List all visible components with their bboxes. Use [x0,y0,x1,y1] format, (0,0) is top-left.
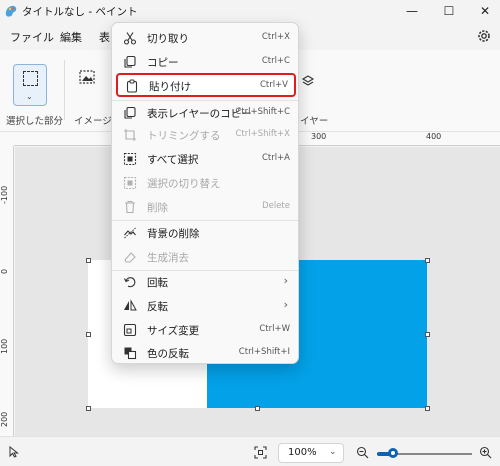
fit-to-window-icon[interactable] [254,446,267,459]
menu-item-label: 反転 [147,301,168,313]
menu-item-label: 色の反転 [147,348,189,360]
ruler-label: 200 [0,411,9,427]
menu-item-paste[interactable]: 貼り付け Ctrl+V [116,73,296,97]
menu-separator [112,220,298,221]
menu-item-flip[interactable]: 反転 › [116,295,296,317]
menu-item-remove-background[interactable]: 背景の削除 [116,222,296,244]
ribbon-divider [64,60,65,120]
menu-separator [112,100,298,101]
menu-item-delete[interactable]: 削除 Delete [116,196,296,218]
menu-item-shortcut: Ctrl+X [261,32,290,42]
vertical-ruler: -100 0 100 200 [0,146,14,436]
flip-icon [124,299,137,311]
menu-item-shortcut: Ctrl+V [259,80,288,90]
menu-item-select-all[interactable]: すべて選択 Ctrl+A [116,148,296,170]
menu-item-crop[interactable]: トリミングする Ctrl+Shift+X [116,124,296,146]
resize-handle[interactable] [86,258,91,263]
rotate-icon [124,277,136,288]
crop-icon [124,129,136,141]
menu-item-rotate[interactable]: 回転 › [116,271,296,293]
select-all-icon [123,152,137,166]
menu-item-invert-selection[interactable]: 選択の切り替え [116,172,296,194]
close-button[interactable]: ✕ [470,0,500,22]
resize-handle[interactable] [425,332,430,337]
chevron-right-icon: › [283,274,288,287]
ruler-label: 400 [426,132,442,141]
ruler-label: 0 [0,268,9,274]
menu-item-label: すべて選択 [147,154,199,166]
copy-layer-icon [124,106,136,119]
zoom-value: 100% [288,447,317,458]
ruler-corner [0,132,14,146]
layers-icon[interactable] [301,74,315,88]
scissors-icon [123,32,137,45]
zoom-in-icon[interactable] [479,446,492,459]
menu-item-label: 貼り付け [149,81,191,93]
paste-icon [126,79,138,93]
ruler-label: 300 [311,132,327,141]
zoom-slider-thumb[interactable] [388,448,398,458]
menu-item-cut[interactable]: 切り取り Ctrl+X [116,27,296,49]
menu-item-resize[interactable]: サイズ変更 Ctrl+W [116,319,296,341]
menu-item-shortcut: Ctrl+C [261,56,290,66]
menu-item-shortcut: Ctrl+Shift+X [235,129,290,139]
context-menu: 切り取り Ctrl+X コピー Ctrl+C 貼り付け Ctrl+V 表示レイヤ… [111,22,299,364]
title-bar: タイトルなし - ペイント — ☐ ✕ [0,0,500,22]
menu-item-label: 回転 [147,277,168,289]
menu-item-shortcut: Ctrl+A [261,153,290,163]
resize-icon [123,323,137,337]
menu-item-label: サイズ変更 [147,325,200,337]
menu-item-shortcut: Ctrl+Shift+C [235,107,290,117]
selection-tool-button[interactable]: ⌄ [13,64,47,106]
ruler-label: 100 [0,338,9,354]
menu-item-label: 生成消去 [147,252,189,264]
status-bar: 100% ⌄ [0,436,500,466]
menu-item-label: 切り取り [147,33,189,45]
menu-view[interactable]: 表 [99,29,110,45]
chevron-down-icon: ⌄ [26,92,33,101]
menu-item-copy[interactable]: コピー Ctrl+C [116,51,296,73]
ruler-label: -100 [0,185,9,204]
remove-background-icon [124,227,136,239]
chevron-right-icon: › [283,298,288,311]
resize-handle[interactable] [86,332,91,337]
generative-erase-icon [124,252,136,263]
menu-item-label: コピー [147,57,179,69]
selection-group-label: 選択した部分 [6,116,64,127]
resize-handle[interactable] [255,406,260,411]
menu-item-label: 削除 [147,202,168,214]
resize-handle[interactable] [425,406,430,411]
menu-item-label: 選択の切り替え [147,178,221,190]
menu-item-label: 背景の削除 [147,228,200,240]
menu-item-label: トリミングする [147,130,221,142]
menu-item-generative-erase[interactable]: 生成消去 [116,246,296,268]
zoom-out-icon[interactable] [356,446,369,459]
menu-item-invert-color[interactable]: 色の反転 Ctrl+Shift+I [116,342,296,364]
invert-color-icon [124,347,137,360]
pointer-icon [9,446,19,458]
image-icon[interactable] [78,68,96,86]
menu-item-shortcut: Delete [262,201,290,211]
minimize-button[interactable]: — [397,0,427,22]
chevron-down-icon: ⌄ [329,447,337,457]
maximize-button[interactable]: ☐ [434,0,464,22]
gear-icon[interactable] [476,28,492,44]
image-group-label: イメージ [74,116,112,127]
menu-item-shortcut: Ctrl+Shift+I [238,347,290,357]
selection-rectangle-icon [23,71,38,86]
menu-item-shortcut: Ctrl+W [259,324,290,334]
menu-edit[interactable]: 編集 [60,29,82,45]
layers-group-label: イヤー [300,116,329,127]
invert-selection-icon [123,176,137,190]
resize-handle[interactable] [86,406,91,411]
window-title: タイトルなし - ペイント [22,6,138,18]
menu-file[interactable]: ファイル [10,29,54,45]
resize-handle[interactable] [425,258,430,263]
trash-icon [125,200,135,214]
paint-app-icon [5,5,17,17]
menu-item-copy-visible-layer[interactable]: 表示レイヤーのコピー Ctrl+Shift+C [116,102,296,124]
zoom-level-select[interactable]: 100% ⌄ [278,443,344,463]
copy-icon [124,55,136,68]
